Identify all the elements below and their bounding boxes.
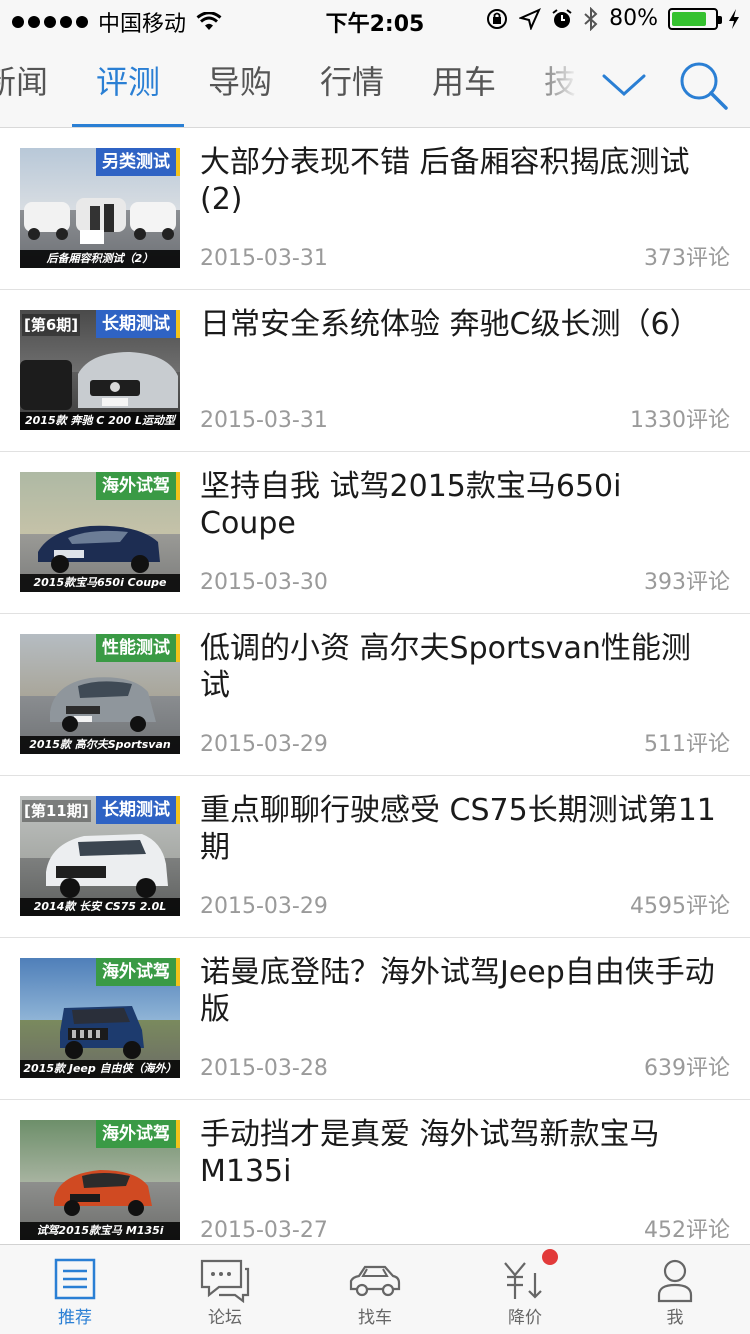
tabbar-recommend[interactable]: 推荐 [0, 1245, 150, 1334]
article-title: 重点聊聊行驶感受 CS75长期测试第11期 [200, 793, 716, 865]
notification-badge [542, 1249, 558, 1265]
bottom-tab-bar: 推荐 论坛 找车 降价 我 [0, 1244, 750, 1334]
thumbnail-tag: 长期测试 [96, 310, 180, 338]
profile-icon [657, 1259, 693, 1303]
recommend-list-icon [54, 1258, 96, 1300]
tabbar-label: 找车 [358, 1308, 392, 1328]
article-row[interactable]: 海外试驾 2015款宝马650i Coupe 坚持自我 试驾2015款宝马650… [0, 452, 750, 614]
thumbnail-caption: 2015款 Jeep 自由侠（海外） [20, 1060, 180, 1078]
tab-reviews[interactable]: 评测 [72, 40, 184, 127]
bluetooth-icon [584, 6, 598, 31]
tabbar-label: 降价 [508, 1308, 542, 1328]
channel-bar: 新闻 评测 导购 行情 用车 技术 [0, 40, 750, 128]
thumbnail-tag: 性能测试 [96, 634, 180, 662]
article-title: 大部分表现不错 后备厢容积揭底测试(2) [200, 145, 690, 217]
thumbnail-caption: 2015款 高尔夫Sportsvan [20, 736, 180, 754]
thumbnail-caption: 2015款宝马650i Coupe [20, 574, 180, 592]
article-list: 另类测试 后备厢容积测试（2） 大部分表现不错 后备厢容积揭底测试(2) 201… [0, 128, 750, 1244]
battery-fill [672, 11, 706, 26]
article-thumbnail: 海外试驾 试驾2015款宝马 M135i [20, 1120, 180, 1240]
article-comments: 639评论 [644, 1056, 730, 1081]
tabbar-price-drop[interactable]: 降价 [450, 1245, 600, 1334]
article-title: 低调的小资 高尔夫Sportsvan性能测试 [200, 631, 691, 703]
article-comments: 4595评论 [630, 894, 730, 919]
article-date: 2015-03-31 [200, 408, 328, 433]
tabbar-label: 推荐 [58, 1308, 92, 1328]
search-icon[interactable] [676, 58, 730, 112]
tabbar-me[interactable]: 我 [600, 1245, 750, 1334]
orientation-lock-icon [487, 8, 508, 29]
thumbnail-caption: 2014款 长安 CS75 2.0L [20, 898, 180, 916]
article-thumbnail: 海外试驾 2015款宝马650i Coupe [20, 472, 180, 592]
article-date: 2015-03-29 [200, 894, 328, 919]
article-title: 手动挡才是真爱 海外试驾新款宝马M135i [200, 1117, 660, 1189]
article-date: 2015-03-28 [200, 1056, 328, 1081]
tab-buying-guide[interactable]: 导购 [184, 40, 296, 127]
article-row[interactable]: 另类测试 后备厢容积测试（2） 大部分表现不错 后备厢容积揭底测试(2) 201… [0, 128, 750, 290]
charging-icon [729, 8, 739, 29]
article-row[interactable]: [第6期] 长期测试 2015款 奔驰 C 200 L运动型 日常安全系统体验 … [0, 290, 750, 452]
alarm-icon [552, 8, 572, 28]
thumbnail-issue: [第6期] [22, 314, 81, 336]
tabbar-label: 论坛 [208, 1308, 242, 1328]
tabbar-label: 我 [666, 1308, 684, 1328]
article-thumbnail: 性能测试 2015款 高尔夫Sportsvan [20, 634, 180, 754]
article-title: 诺曼底登陆？海外试驾Jeep自由侠手动版 [200, 955, 715, 1027]
tab-car-use[interactable]: 用车 [408, 40, 520, 127]
article-row[interactable]: [第11期] 长期测试 2014款 长安 CS75 2.0L 重点聊聊行驶感受 … [0, 776, 750, 938]
battery-percent: 80% [609, 6, 658, 31]
article-date: 2015-03-27 [200, 1218, 328, 1243]
article-thumbnail: [第11期] 长期测试 2014款 长安 CS75 2.0L [20, 796, 180, 916]
tabbar-find-car[interactable]: 找车 [300, 1245, 450, 1334]
price-drop-icon [504, 1262, 542, 1299]
article-title: 日常安全系统体验 奔驰C级长测（6） [200, 307, 700, 342]
article-thumbnail: 另类测试 后备厢容积测试（2） [20, 148, 180, 268]
status-right: 80% [485, 6, 740, 31]
car-icon [349, 1265, 401, 1297]
article-row[interactable]: 海外试驾 2015款 Jeep 自由侠（海外） 诺曼底登陆？海外试驾Jeep自由… [0, 938, 750, 1100]
article-comments: 452评论 [644, 1218, 730, 1243]
article-comments: 1330评论 [630, 408, 730, 433]
article-title: 坚持自我 试驾2015款宝马650i Coupe [200, 469, 622, 541]
thumbnail-caption: 后备厢容积测试（2） [20, 250, 180, 268]
article-thumbnail: 海外试驾 2015款 Jeep 自由侠（海外） [20, 958, 180, 1078]
thumbnail-caption: 2015款 奔驰 C 200 L运动型 [20, 412, 180, 430]
article-date: 2015-03-30 [200, 570, 328, 595]
article-comments: 373评论 [644, 246, 730, 271]
tab-news[interactable]: 新闻 [0, 40, 72, 127]
article-date: 2015-03-29 [200, 732, 328, 757]
battery-icon [668, 7, 722, 30]
article-row[interactable]: 性能测试 2015款 高尔夫Sportsvan 低调的小资 高尔夫Sportsv… [0, 614, 750, 776]
thumbnail-tag: 另类测试 [96, 148, 180, 176]
article-thumbnail: [第6期] 长期测试 2015款 奔驰 C 200 L运动型 [20, 310, 180, 430]
chevron-down-icon[interactable] [598, 62, 650, 106]
tabbar-forum[interactable]: 论坛 [150, 1245, 300, 1334]
thumbnail-tag: 海外试驾 [96, 1120, 180, 1148]
forum-chat-icon [200, 1259, 250, 1303]
tab-market[interactable]: 行情 [296, 40, 408, 127]
article-comments: 393评论 [644, 570, 730, 595]
status-bar: 中国移动 下午2:05 80% [0, 0, 750, 40]
thumbnail-issue: [第11期] [22, 800, 91, 822]
article-comments: 511评论 [644, 732, 730, 757]
article-date: 2015-03-31 [200, 246, 328, 271]
article-row[interactable]: 海外试驾 试驾2015款宝马 M135i 手动挡才是真爱 海外试驾新款宝马M13… [0, 1100, 750, 1244]
thumbnail-tag: 长期测试 [96, 796, 180, 824]
thumbnail-tag: 海外试驾 [96, 958, 180, 986]
thumbnail-caption: 试驾2015款宝马 M135i [20, 1222, 180, 1240]
location-icon [519, 7, 542, 30]
thumbnail-tag: 海外试驾 [96, 472, 180, 500]
